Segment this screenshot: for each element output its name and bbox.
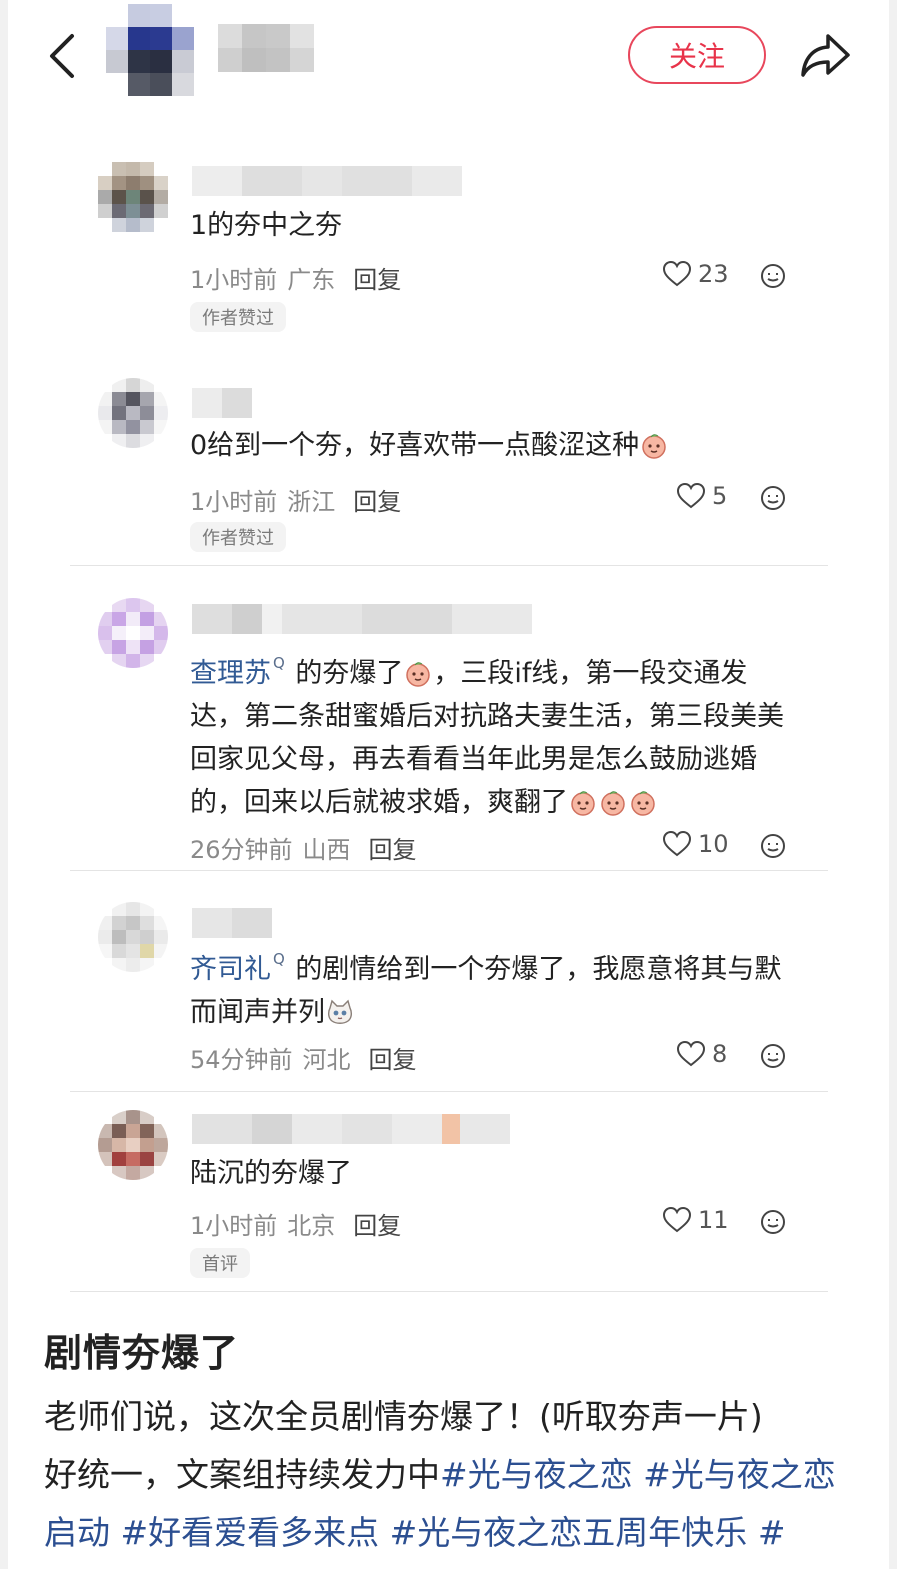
comment-text: 0给到一个夯，好喜欢带一点酸涩这种: [190, 424, 800, 467]
reply-button[interactable]: 回复: [353, 482, 401, 517]
post-body-line2: 好统一，文案组持续发力中: [44, 1455, 440, 1494]
heart-icon: [662, 830, 692, 857]
heart-icon: [662, 1206, 692, 1233]
commenter-avatar[interactable]: [98, 162, 168, 232]
peach-emoji-icon: [571, 791, 595, 816]
like-button[interactable]: 5: [676, 482, 727, 510]
comment-location: 山西: [302, 836, 351, 864]
commenter-avatar[interactable]: [98, 378, 168, 448]
comment-meta: 1小时前 广东 回复: [190, 260, 401, 295]
divider: [70, 1091, 828, 1092]
peach-emoji-icon: [631, 791, 655, 816]
commenter-name-blurred: [192, 388, 252, 418]
comment-text-line4: 的，回来以后就被求婚，爽翻了: [190, 787, 568, 818]
commenter-avatar[interactable]: [98, 1110, 168, 1180]
back-arrow-icon[interactable]: [42, 30, 86, 82]
mention-link[interactable]: 查理苏 Q: [190, 654, 287, 689]
comment-time: 1小时前: [190, 488, 278, 516]
commenter-avatar[interactable]: [98, 902, 168, 972]
comment-location: 北京: [287, 1212, 336, 1240]
emoji-react-icon[interactable]: [760, 485, 786, 511]
comment-text: 查理苏 Q 的夯爆了 ，三段if线，第一段交通发 达，第二条甜蜜婚后对抗路夫妻生活，…: [190, 646, 800, 824]
hashtag-link[interactable]: #: [758, 1513, 786, 1552]
like-button[interactable]: 23: [662, 260, 729, 288]
comment-time: 1小时前: [190, 266, 278, 294]
divider: [70, 870, 828, 871]
hashtag-link[interactable]: #好看爱看多来点: [121, 1513, 380, 1552]
comment-text-line1: 的剧情给到一个夯爆了，我愿意将其与默: [295, 954, 782, 985]
comment-text-line1: 的夯爆了: [295, 658, 404, 689]
commenter-name-blurred: [192, 1114, 510, 1144]
reply-button[interactable]: 回复: [369, 1040, 417, 1075]
reply-button[interactable]: 回复: [369, 830, 417, 865]
post-title: 剧情夯爆了: [44, 1331, 240, 1375]
follow-button[interactable]: 关注: [628, 26, 766, 84]
comment-text-line2: 达，第二条甜蜜婚后对抗路夫妻生活，第三段美美: [190, 701, 784, 732]
like-count: 5: [712, 482, 728, 510]
like-button[interactable]: 11: [662, 1206, 729, 1234]
peach-emoji-icon: [601, 791, 625, 816]
heart-icon: [662, 260, 692, 287]
share-icon[interactable]: [798, 28, 854, 82]
like-count: 8: [712, 1040, 728, 1068]
right-edge: [889, 0, 897, 1569]
comment-text-line2: 而闻声并列: [190, 997, 325, 1028]
comment-text: 陆沉的夯爆了: [190, 1158, 352, 1189]
comment-text-line1b: ，三段if线，第一段交通发: [433, 658, 748, 689]
comment-meta: 54分钟前 河北 回复: [190, 1040, 417, 1075]
hashtag-link[interactable]: #光与夜之恋五周年快乐: [390, 1513, 748, 1552]
commenter-name-blurred: [192, 604, 532, 634]
author-liked-badge: 作者赞过: [190, 302, 286, 332]
peach-emoji-icon: [642, 434, 666, 459]
comment-location: 河北: [302, 1046, 351, 1074]
mention-link[interactable]: 齐司礼 Q: [190, 950, 287, 985]
peach-emoji-icon: [406, 662, 431, 687]
emoji-react-icon[interactable]: [760, 1209, 786, 1235]
reply-button[interactable]: 回复: [353, 1206, 401, 1241]
comment-meta: 1小时前 北京 回复: [190, 1206, 401, 1241]
emoji-react-icon[interactable]: [760, 263, 786, 289]
hashtag-link[interactable]: #光与夜之恋: [440, 1455, 633, 1494]
comment-text: 齐司礼 Q 的剧情给到一个夯爆了，我愿意将其与默 而闻声并列: [190, 942, 800, 1034]
comment-location: 浙江: [287, 488, 336, 516]
divider: [70, 565, 828, 566]
commenter-avatar[interactable]: [98, 598, 168, 668]
left-edge: [0, 0, 8, 1569]
comment-text-content: 0给到一个夯，好喜欢带一点酸涩这种: [190, 430, 640, 461]
post-body: 老师们说，这次全员剧情夯爆了！(听取夯声一片) 好统一，文案组持续发力中#光与夜…: [44, 1388, 864, 1562]
comment-time: 26分钟前: [190, 836, 293, 864]
like-count: 23: [698, 260, 729, 288]
author-liked-badge: 作者赞过: [190, 522, 286, 552]
commenter-name-blurred: [192, 908, 272, 938]
like-button[interactable]: 10: [662, 830, 729, 858]
comment-text: 1的夯中之夯: [190, 210, 343, 241]
like-button[interactable]: 8: [676, 1040, 727, 1068]
emoji-react-icon[interactable]: [760, 1043, 786, 1069]
like-count: 11: [698, 1206, 729, 1234]
emoji-react-icon[interactable]: [760, 833, 786, 859]
heart-icon: [676, 482, 706, 509]
comment-meta: 26分钟前 山西 回复: [190, 830, 417, 865]
comment-time: 1小时前: [190, 1212, 278, 1240]
first-comment-badge: 首评: [190, 1248, 250, 1278]
heart-icon: [676, 1040, 706, 1067]
cat-emoji-icon: [327, 999, 353, 1024]
post-body-line1: 老师们说，这次全员剧情夯爆了！(听取夯声一片): [44, 1397, 763, 1436]
reply-button[interactable]: 回复: [353, 260, 401, 295]
author-name-blurred: [218, 24, 314, 72]
comment-meta: 1小时前 浙江 回复: [190, 482, 401, 517]
comment-location: 广东: [287, 266, 336, 294]
commenter-name-blurred: [192, 166, 462, 196]
comment-time: 54分钟前: [190, 1046, 293, 1074]
divider: [70, 1291, 828, 1292]
author-avatar[interactable]: [106, 4, 194, 96]
top-bar: 关注: [0, 0, 897, 110]
comment-text-line3: 回家见父母，再去看看当年此男是怎么鼓励逃婚: [190, 744, 757, 775]
like-count: 10: [698, 830, 729, 858]
